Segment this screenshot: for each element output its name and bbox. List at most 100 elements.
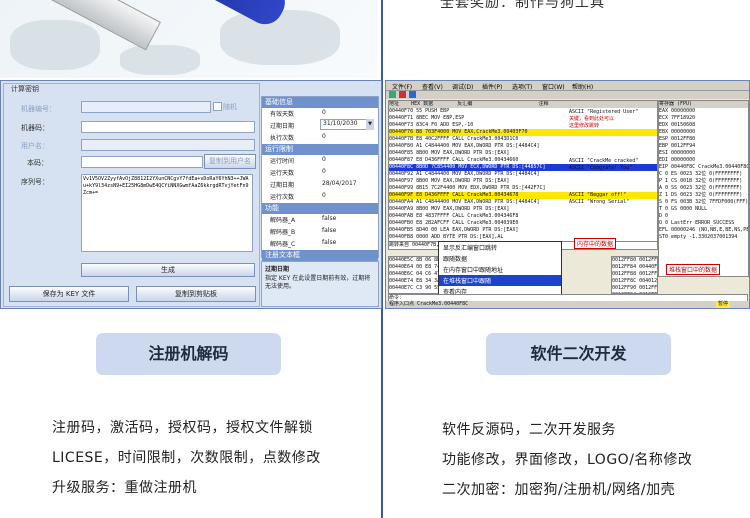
run-item-label: 过期日期 (270, 182, 295, 189)
register-row[interactable]: Z 1 DS 0023 32位 0(FFFFFFFF) (659, 192, 748, 199)
disassembly-pane[interactable]: 地址 HEX 数据 反汇编 注释 00440F70 55 PUSH EBP 004… (388, 100, 658, 242)
register-row[interactable]: D 0 (659, 213, 748, 220)
expiry-date-picker[interactable]: 31/10/2030 (320, 119, 372, 130)
username-input[interactable] (81, 139, 255, 151)
run-item-value[interactable]: 0 (322, 192, 326, 199)
notes-section-title: 注册文本框 (262, 250, 378, 261)
run-item-label: 运行天数 (270, 170, 295, 177)
serial-textarea[interactable]: Vv1V5OV2ZyyfAvOjZ8812I2YXunCNCgvY7fdEa+v… (81, 174, 253, 252)
feature-item-value[interactable]: false (322, 227, 336, 234)
menu-help[interactable]: 帮助(H) (572, 82, 593, 91)
basic-item-label: 过期日期 (270, 123, 295, 130)
register-row[interactable]: ST0 empty -1.3302037001394 (659, 234, 748, 241)
random-checkbox[interactable] (213, 102, 222, 111)
col-header-hex: HEX 数据 (411, 101, 434, 107)
stack-row[interactable]: 0012FF84 00440F92 (612, 264, 657, 271)
register-row[interactable]: T 0 GS 0000 NULL (659, 206, 748, 213)
registers-header: 寄存器 (FPU) (659, 101, 748, 108)
comment: 关键，看到此处可以 (569, 116, 615, 122)
col-header-disasm: 反汇编 (457, 101, 473, 107)
stack-row[interactable]: 0012FF8C 00401234 (612, 278, 657, 285)
code-row[interactable]: 00440FA9 8B00 MOV EAX,DWORD PTR DS:[EAX] (389, 206, 657, 213)
run-icon[interactable] (389, 91, 396, 98)
context-menu-item[interactable]: 显示反汇编窗口跳转 (439, 242, 561, 253)
basic-item-label: 执行次数 (270, 135, 295, 142)
basic-item-value[interactable]: 0 (322, 109, 326, 116)
comment: ASCII "Beggar off!" (569, 192, 627, 198)
menu-window[interactable]: 窗口(W) (542, 82, 565, 91)
stop-icon[interactable] (399, 91, 406, 98)
save-key-file-button[interactable]: 保存为 KEY 文件 (9, 286, 129, 302)
register-row[interactable]: EAX 00000000 (659, 108, 748, 115)
register-row[interactable]: EBX 00000000 (659, 129, 748, 136)
dev-feature-line: 软件反源码，二次开发服务 (442, 422, 616, 438)
run-item-value[interactable]: 0 (322, 156, 326, 163)
feature-item-label: 解码器_C (270, 241, 296, 248)
keygen-feature-line: 注册码，激活码，授权码，授权文件解锁 (52, 420, 313, 436)
copy-to-username-button[interactable]: 复制到用户名 (204, 154, 256, 169)
feature-items: 解码器_A false 解码器_B false 解码器_C false (262, 214, 378, 250)
menu-view[interactable]: 查看(V) (422, 82, 443, 91)
menu-file[interactable]: 文件(F) (392, 82, 412, 91)
random-checkbox-label: 随机 (223, 103, 237, 111)
code-row[interactable]: 00440FB5 8D40 00 LEA EAX,DWORD PTR DS:[E… (389, 227, 657, 234)
register-row[interactable]: C 0 ES 0023 32位 0(FFFFFFFF) (659, 171, 748, 178)
step-icon[interactable] (409, 91, 416, 98)
machine-code-input[interactable] (81, 121, 255, 133)
register-row[interactable]: ECX 7FF18920 (659, 115, 748, 122)
debugger-window: 文件(F) 查看(V) 调试(D) 插件(P) 选项(T) 窗口(W) 帮助(H… (385, 80, 750, 309)
stack-pane[interactable]: 0012FF80 0012FFA40012FF84 00440F920012FF… (611, 256, 658, 294)
annotation-memory-data: 内存中的数据 (574, 238, 617, 249)
toolbar (386, 91, 749, 99)
register-row[interactable]: ESI 00000000 (659, 150, 748, 157)
comment: 这里修改跳转 (569, 123, 600, 129)
register-row[interactable]: S 0 FS 003B 32位 7FFDF000(FFF) (659, 199, 748, 206)
copy-to-clipboard-button[interactable]: 复制到剪贴板 (136, 286, 256, 302)
status-paused: 暂停 (716, 301, 731, 308)
feature-item-value[interactable]: false (322, 239, 336, 246)
comment: ASCII "Wrong Serial" (569, 199, 630, 205)
top-right-caption: 全套奖励：制作与狗工具 (440, 0, 605, 11)
dev-section-title: 软件二次开发 (486, 333, 671, 375)
code-input[interactable] (81, 156, 203, 168)
registers-pane[interactable]: 寄存器 (FPU) EAX 00000000 ECX 7FF18920 EDX 00… (658, 100, 749, 277)
register-row[interactable]: EDX 00150608 (659, 122, 748, 129)
menu-debug[interactable]: 调试(D) (452, 82, 473, 91)
context-menu-item-selected[interactable]: 在堆栈窗口中跟随 (439, 275, 561, 286)
register-row[interactable]: O 0 LastErr ERROR_SUCCESS (659, 220, 748, 227)
register-row[interactable]: P 1 CS 001B 32位 0(FFFFFFFF) (659, 178, 748, 185)
register-row[interactable]: EIP 00440F8C CrackMe3.00440F8C (659, 164, 748, 171)
code-row[interactable]: 00440FAB E8 4837FFFF CALL CrackMe3.00434… (389, 213, 657, 220)
stack-row[interactable]: 0012FF88 0012FF94 (612, 271, 657, 278)
run-item-value[interactable]: 28/04/2017 (322, 180, 357, 187)
register-rows: EAX 00000000 ECX 7FF18920 EDX 00150608 EBX … (659, 108, 748, 241)
chevron-down-icon[interactable]: ▼ (366, 119, 374, 130)
context-menu-item[interactable]: 在内存窗口中跟随地址 (439, 264, 561, 275)
register-row[interactable]: ESP 0012FF80 (659, 136, 748, 143)
register-row[interactable]: EDI 00000000 (659, 157, 748, 164)
stack-rows: 0012FF80 0012FFA40012FF84 00440F920012FF… (612, 257, 657, 293)
generate-button[interactable]: 生成 (81, 263, 255, 277)
description-panel: 过期日期 指定 KEY 在此设置日期前有效，过期将无法使用。 (261, 261, 379, 307)
status-text: 程序入口点 CrackMe3.00440F8C (389, 301, 469, 307)
feature-item-value[interactable]: false (322, 215, 336, 222)
basic-item-label: 有效天数 (270, 111, 295, 118)
group-title: 计算密钥 (9, 84, 41, 94)
comments-column: ASCII "Registered User" 关键，看到此处可以 这里修改跳转… (569, 109, 655, 206)
register-row[interactable]: A 0 SS 0023 32位 0(FFFFFFFF) (659, 185, 748, 192)
machine-id-input[interactable] (81, 101, 211, 113)
stack-row[interactable]: 0012FF90 0012FFB0 (612, 285, 657, 292)
stack-row[interactable]: 0012FF80 0012FFA4 (612, 257, 657, 264)
feature-item-label: 解码器_B (270, 229, 296, 236)
menu-plugins[interactable]: 插件(P) (482, 82, 502, 91)
comment: ASCII "CrackMe cracked" (569, 158, 639, 164)
menu-options[interactable]: 选项(T) (512, 82, 532, 91)
register-row[interactable]: EFL 00000246 (NO,NB,E,BE,NS,PE,GE,LE) (659, 227, 748, 234)
context-menu-item[interactable]: 跟随数据 (439, 253, 561, 264)
code-row[interactable]: 00440FB0 E8 2B2AFCFF CALL CrackMe3.00403… (389, 220, 657, 227)
run-item-value[interactable]: 0 (322, 168, 326, 175)
field-label-machine-id: 机器编号： (21, 105, 56, 113)
register-row[interactable]: EBP 0012FF94 (659, 143, 748, 150)
basic-item-value[interactable]: 0 (322, 133, 326, 140)
code-row[interactable]: 00440FB8 0000 ADD BYTE PTR DS:[EAX],AL (389, 234, 657, 241)
